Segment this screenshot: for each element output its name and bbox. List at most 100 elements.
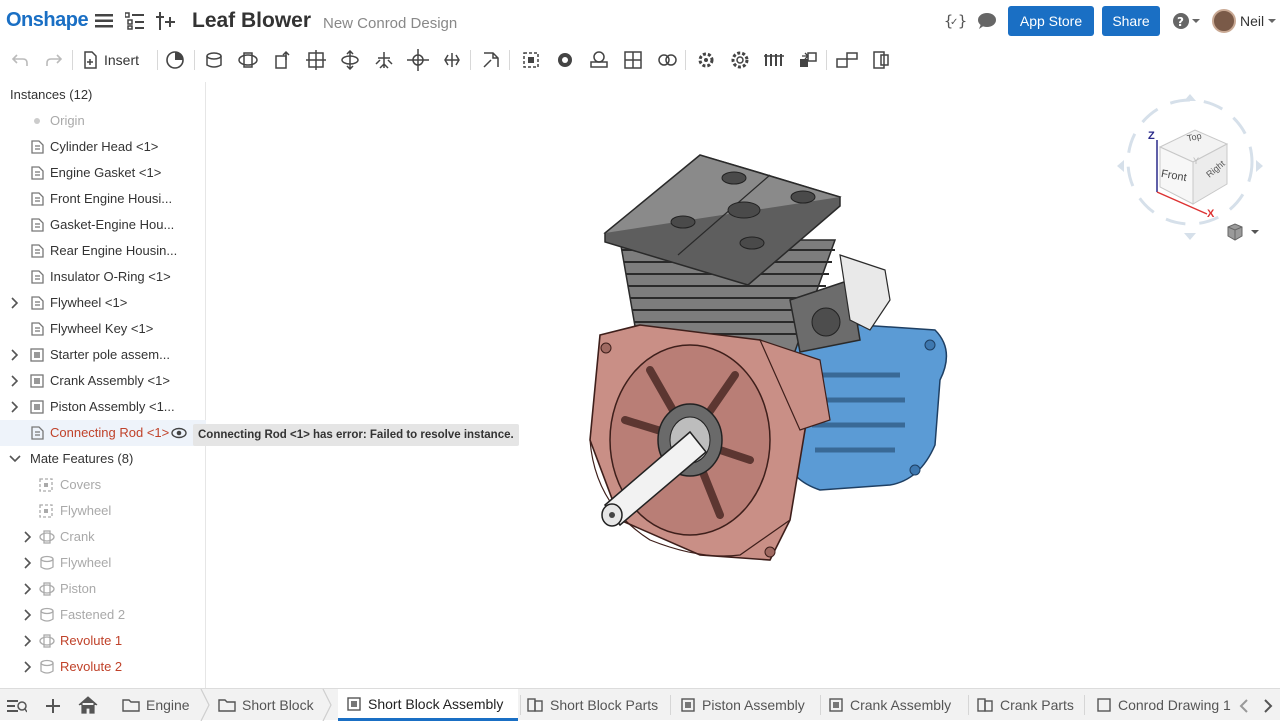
document-title[interactable]: Leaf Blower [192, 9, 311, 33]
part-icon [29, 243, 45, 259]
gear-relation-icon[interactable] [551, 46, 579, 74]
parallel-mate-icon[interactable] [438, 46, 466, 74]
tab-piston-assembly[interactable]: Piston Assembly [672, 689, 818, 721]
tab-crank-parts[interactable]: Crank Parts [968, 689, 1082, 721]
mate-piston[interactable]: Piston [0, 576, 206, 602]
instance-insulator-o-ring[interactable]: Insulator O-Ring <1> [0, 264, 206, 290]
replace-part-icon[interactable] [794, 46, 822, 74]
tab-short-block[interactable]: Short Block [210, 689, 328, 721]
scroll-tabs-left-icon[interactable] [1233, 695, 1255, 717]
visibility-eye-icon[interactable] [171, 426, 187, 440]
view-cube[interactable]: Top Front Right Z X Y [1115, 92, 1265, 242]
scroll-tabs-right-icon[interactable] [1257, 695, 1279, 717]
fastened-mate-icon[interactable] [200, 46, 228, 74]
mate-label: Crank [60, 529, 95, 544]
mate-connector-icon[interactable] [517, 46, 545, 74]
tab-label: Piston Assembly [702, 697, 805, 713]
mate-flywheel[interactable]: Flywheel [0, 498, 206, 524]
mate-features-header[interactable]: Mate Features (8) [0, 446, 206, 472]
comments-icon[interactable] [976, 10, 998, 32]
help-icon[interactable]: ? [1170, 10, 1202, 32]
screw-relation-icon[interactable] [619, 46, 647, 74]
instance-crank-assembly[interactable]: Crank Assembly <1> [0, 368, 206, 394]
slider-mate-icon[interactable] [268, 46, 296, 74]
expand-chevron-icon[interactable] [22, 583, 34, 595]
add-feature-icon[interactable] [155, 10, 177, 32]
subassembly-icon [29, 399, 45, 415]
cylindrical-mate-icon[interactable] [336, 46, 364, 74]
section-view-icon[interactable] [867, 46, 895, 74]
onshape-logo[interactable]: Onshape [6, 9, 89, 32]
tab-manager-icon[interactable] [6, 695, 28, 717]
collapse-chevron-icon[interactable] [9, 453, 21, 465]
tangent-mate-icon[interactable] [477, 46, 505, 74]
linear-relation-icon[interactable] [653, 46, 681, 74]
instance-origin[interactable]: Origin [0, 108, 206, 134]
instance-starter-pole-assem[interactable]: Starter pole assem... [0, 342, 206, 368]
instances-header[interactable]: Instances (12) [10, 87, 92, 102]
mate-fastened-2[interactable]: Fastened 2 [0, 602, 206, 628]
group-icon[interactable] [692, 46, 720, 74]
pin-slot-mate-icon[interactable] [370, 46, 398, 74]
tab-label: Conrod Drawing 1 [1118, 697, 1231, 713]
mate-crank[interactable]: Crank [0, 524, 206, 550]
share-button[interactable]: Share [1102, 6, 1160, 36]
tab-short-block-parts[interactable]: Short Block Parts [518, 689, 668, 721]
mate-revolute-1[interactable]: Revolute 1 [0, 628, 206, 654]
add-tab-icon[interactable] [42, 695, 64, 717]
linear-pattern-icon[interactable] [760, 46, 788, 74]
document-workspace[interactable]: New Conrod Design [323, 15, 457, 32]
instance-piston-assembly-1[interactable]: Piston Assembly <1... [0, 394, 206, 420]
planar-mate-icon[interactable] [302, 46, 330, 74]
instance-rear-engine-housin[interactable]: Rear Engine Housin... [0, 238, 206, 264]
mate-settings-icon[interactable] [726, 46, 754, 74]
insert-button[interactable]: Insert [82, 46, 139, 74]
mate-label: Flywheel [60, 503, 112, 518]
mate-covers[interactable]: Covers [0, 472, 206, 498]
replicate-icon[interactable] [161, 46, 189, 74]
part-icon [29, 321, 45, 337]
rack-relation-icon[interactable] [585, 46, 613, 74]
revolute-mate-icon[interactable] [234, 46, 262, 74]
mate-revolute-2[interactable]: Revolute 2 [0, 654, 206, 680]
feature-list-icon[interactable] [124, 10, 146, 32]
expand-chevron-icon[interactable] [9, 349, 21, 361]
expand-chevron-icon[interactable] [22, 635, 34, 647]
display-mode-menu[interactable] [1225, 222, 1259, 247]
instance-flywheel[interactable]: Flywheel <1> [0, 290, 206, 316]
axis-y-label: Y [1193, 156, 1200, 166]
expand-chevron-icon[interactable] [22, 557, 34, 569]
instance-connecting-rod[interactable]: Connecting Rod <1> [0, 420, 206, 446]
breadcrumb-separator [322, 688, 332, 722]
instance-cylinder-head[interactable]: Cylinder Head <1> [0, 134, 206, 160]
app-store-button[interactable]: App Store [1008, 6, 1094, 36]
instance-gasket-engine-hou[interactable]: Gasket-Engine Hou... [0, 212, 206, 238]
ball-mate-icon[interactable] [404, 46, 432, 74]
tab-label: Short Block Parts [550, 697, 659, 713]
tab-conrod-drawing-1[interactable]: Conrod Drawing 1 [1088, 689, 1238, 721]
menu-icon[interactable] [93, 10, 115, 32]
expand-chevron-icon[interactable] [22, 609, 34, 621]
home-icon[interactable] [77, 694, 99, 716]
explode-view-icon[interactable] [833, 46, 861, 74]
redo-icon[interactable] [40, 46, 68, 74]
user-name: Neil [1240, 13, 1265, 29]
tab-engine[interactable]: Engine [114, 689, 206, 721]
expand-chevron-icon[interactable] [22, 531, 34, 543]
instance-engine-gasket[interactable]: Engine Gasket <1> [0, 160, 206, 186]
expand-chevron-icon[interactable] [22, 661, 34, 673]
expand-chevron-icon[interactable] [9, 297, 21, 309]
instance-flywheel-key[interactable]: Flywheel Key <1> [0, 316, 206, 342]
graphics-viewport[interactable]: Top Front Right Z X Y [207, 82, 1280, 688]
undo-icon[interactable] [6, 46, 34, 74]
mate-connector-icon [38, 503, 54, 519]
expand-chevron-icon[interactable] [9, 401, 21, 413]
mate-flywheel[interactable]: Flywheel [0, 550, 206, 576]
variables-icon[interactable]: {✓} [944, 10, 966, 32]
tab-short-block-assembly[interactable]: Short Block Assembly [338, 689, 518, 721]
user-menu[interactable]: Neil [1212, 9, 1277, 33]
tab-crank-assembly[interactable]: Crank Assembly [820, 689, 966, 721]
drawing-icon [1096, 697, 1112, 713]
instance-front-engine-housi[interactable]: Front Engine Housi... [0, 186, 206, 212]
expand-chevron-icon[interactable] [9, 375, 21, 387]
